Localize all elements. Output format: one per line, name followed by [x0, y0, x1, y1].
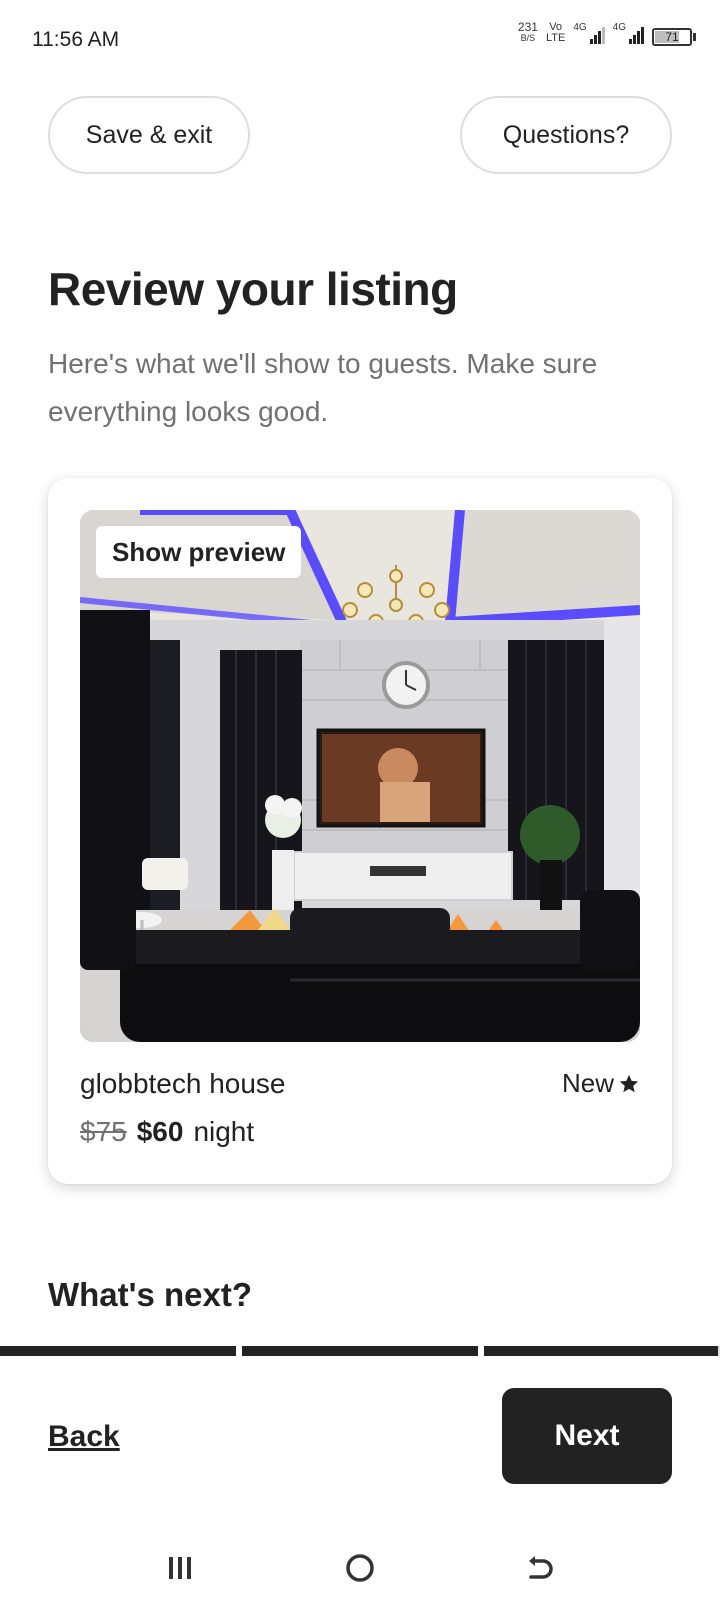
volte-icon: Vo LTE [546, 22, 565, 44]
discounted-price: $60 [136, 1116, 184, 1147]
progress-step-2 [242, 1346, 478, 1356]
status-time: 11:56 AM [32, 28, 120, 51]
network-speed-unit: B/S [520, 33, 536, 43]
progress-bar [0, 1346, 720, 1356]
status-icons: 231 B/S Vo LTE 4G 4G 71 [517, 20, 696, 46]
sim1-network-label: 4G [573, 22, 587, 33]
listing-photo[interactable]: Show preview [80, 510, 640, 1042]
sim2-signal-icon: 4G [613, 22, 644, 44]
questions-button[interactable]: Questions? [460, 96, 672, 174]
listing-price: $75 $60 night [80, 1116, 254, 1148]
network-speed: 231 B/S [517, 20, 538, 44]
system-nav-bar [0, 1520, 720, 1612]
living-room-photo [80, 510, 640, 1042]
volte-bottom: LTE [545, 32, 566, 44]
recents-icon[interactable] [160, 1548, 200, 1588]
whats-next-heading: What's next? [48, 1276, 253, 1313]
price-unit: night [193, 1116, 255, 1147]
home-icon[interactable] [340, 1548, 380, 1588]
progress-step-3 [484, 1346, 720, 1356]
page-title: Review your listing [48, 263, 458, 315]
sim1-signal-icon: 4G [573, 22, 605, 44]
next-button[interactable]: Next [502, 1388, 672, 1484]
save-exit-button[interactable]: Save & exit [48, 96, 250, 174]
original-price: $75 [80, 1116, 127, 1147]
listing-title: globbtech house [80, 1068, 286, 1099]
page-subtitle: Here's what we'll show to guests. Make s… [48, 348, 598, 427]
listing-rating: New [562, 1068, 640, 1099]
back-arrow-icon[interactable] [520, 1548, 560, 1588]
battery-icon: 71 [652, 28, 696, 46]
star-icon [619, 1074, 639, 1092]
progress-step-1 [0, 1346, 236, 1356]
network-speed-value: 231 [517, 20, 538, 34]
sim2-network-label: 4G [612, 22, 626, 33]
show-preview-button[interactable]: Show preview [96, 526, 302, 578]
listing-preview-card[interactable]: Show preview globbtech house New $75 $60… [48, 478, 672, 1184]
battery-level: 71 [665, 30, 679, 44]
status-bar: 11:56 AM 231 B/S Vo LTE 4G 4G 71 [0, 0, 720, 80]
back-button[interactable]: Back [48, 1420, 120, 1454]
rating-label: New [561, 1068, 614, 1098]
